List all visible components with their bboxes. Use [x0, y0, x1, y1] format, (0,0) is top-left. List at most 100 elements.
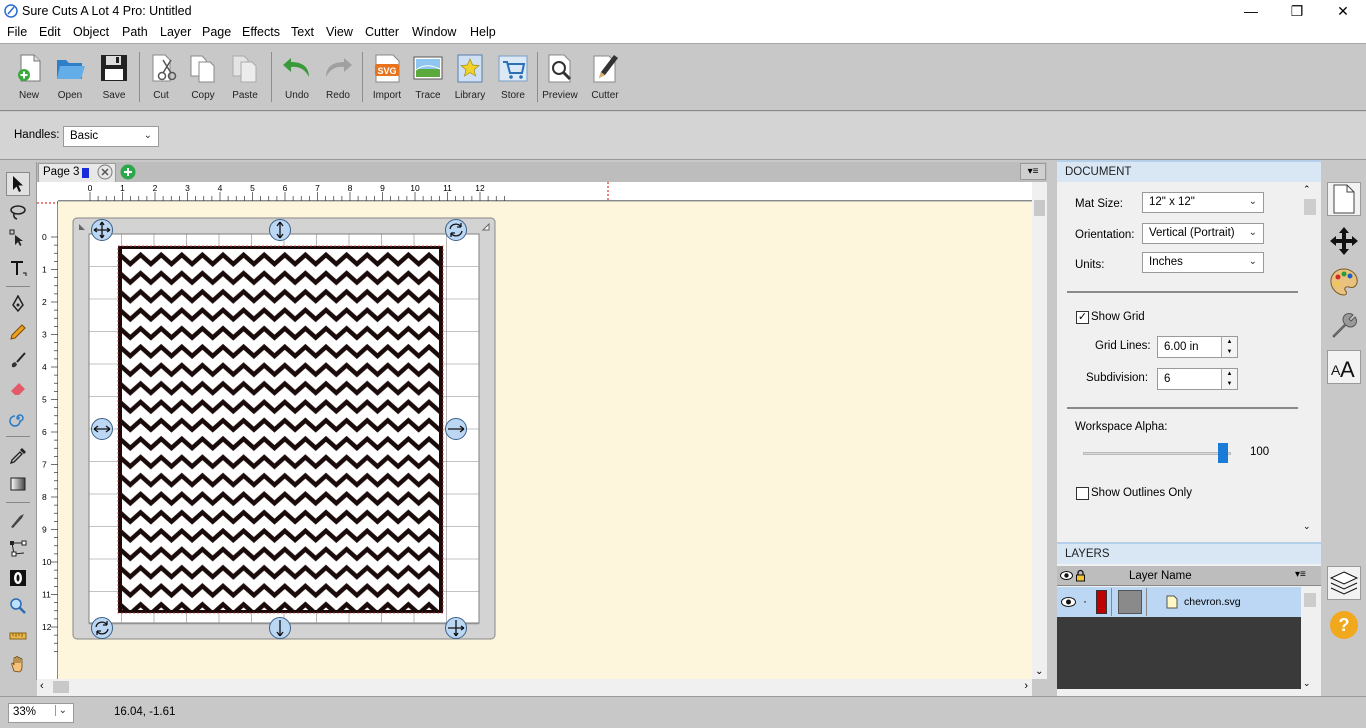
cutter-button[interactable]: Cutter: [583, 50, 627, 106]
menu-text[interactable]: Text: [291, 25, 314, 39]
minimize-button[interactable]: —: [1228, 0, 1274, 23]
layers-scrollbar[interactable]: ⌄: [1302, 587, 1318, 689]
eyedropper-tool[interactable]: [6, 444, 30, 468]
workspace-alpha-slider-thumb[interactable]: [1218, 443, 1228, 463]
zoom-select[interactable]: 33% ⌄: [8, 703, 74, 723]
import-button[interactable]: SVG Import: [365, 50, 409, 106]
path-edit-tool[interactable]: [6, 536, 30, 560]
spinner-arrows-icon[interactable]: ▲ ▼: [1221, 337, 1237, 357]
store-button[interactable]: Store: [491, 50, 535, 106]
document-panel-tab[interactable]: [1327, 182, 1361, 216]
eye-icon[interactable]: [1061, 596, 1076, 608]
menu-object[interactable]: Object: [73, 25, 109, 39]
eraser-tool[interactable]: [6, 376, 30, 400]
scroll-left-icon[interactable]: ‹: [40, 680, 44, 692]
lasso-tool[interactable]: [6, 200, 30, 224]
text-tool[interactable]: [6, 256, 30, 280]
orientation-select[interactable]: Vertical (Portrait) ⌄: [1142, 223, 1264, 244]
color-panel-tab[interactable]: [1327, 265, 1361, 299]
scrollbar-thumb[interactable]: [1304, 593, 1316, 607]
resize-vertical-handle-icon[interactable]: [268, 616, 292, 640]
add-page-icon[interactable]: [120, 164, 136, 180]
scroll-up-icon[interactable]: ⌃: [1303, 184, 1311, 195]
mat-size-select[interactable]: 12" x 12" ⌄: [1142, 192, 1264, 213]
zoom-tool[interactable]: [6, 594, 30, 618]
lock-toggle-dot[interactable]: ·: [1083, 594, 1087, 608]
menu-page[interactable]: Page: [202, 25, 231, 39]
menu-help[interactable]: Help: [470, 25, 496, 39]
node-edit-tool[interactable]: [6, 226, 30, 250]
workspace-alpha-track[interactable]: [1083, 452, 1231, 455]
layer-name[interactable]: chevron.svg: [1184, 596, 1241, 608]
document-scrollbar[interactable]: ⌃ ⌄: [1302, 184, 1318, 532]
library-button[interactable]: Library: [448, 50, 492, 106]
main-toolbar: New Open Save Cut Copy Paste Undo Redo S…: [0, 43, 1366, 111]
canvas-horizontal-scrollbar[interactable]: ‹ ›: [37, 679, 1032, 696]
rotate-handle-icon[interactable]: [444, 218, 468, 242]
trace-button[interactable]: Trace: [406, 50, 450, 106]
knife-tool[interactable]: [6, 508, 30, 532]
units-select[interactable]: Inches ⌄: [1142, 252, 1264, 273]
maximize-button[interactable]: ❐: [1274, 0, 1320, 23]
menu-edit[interactable]: Edit: [39, 25, 61, 39]
scroll-down-icon[interactable]: ⌄: [1303, 521, 1311, 532]
spiral-tool[interactable]: [6, 406, 30, 430]
close-page-icon[interactable]: [97, 164, 113, 180]
layer-color-swatch[interactable]: [1096, 590, 1107, 614]
open-button[interactable]: Open: [48, 50, 92, 106]
new-button[interactable]: New: [7, 50, 51, 106]
scale-handle-icon[interactable]: [444, 616, 468, 640]
copy-button[interactable]: Copy: [181, 50, 225, 106]
pen-tool[interactable]: [6, 292, 30, 316]
measure-tool[interactable]: [6, 624, 30, 648]
scroll-down-icon[interactable]: ⌄: [1303, 678, 1311, 689]
pencil-tool[interactable]: [6, 320, 30, 344]
handles-select[interactable]: Basic ⌄: [63, 126, 159, 147]
menu-layer[interactable]: Layer: [160, 25, 191, 39]
resize-horizontal-handle-icon[interactable]: [90, 417, 114, 441]
text-panel-tab[interactable]: AA: [1327, 350, 1361, 384]
menu-path[interactable]: Path: [122, 25, 148, 39]
scrollbar-thumb[interactable]: [53, 681, 69, 693]
save-button[interactable]: Save: [92, 50, 136, 106]
show-outlines-checkbox[interactable]: [1076, 487, 1089, 500]
subdivision-input[interactable]: 6 ▲ ▼: [1157, 368, 1238, 390]
menu-window[interactable]: Window: [412, 25, 456, 39]
canvas-vertical-scrollbar[interactable]: ⌄: [1032, 182, 1047, 679]
scrollbar-thumb[interactable]: [1034, 200, 1045, 216]
show-grid-checkbox[interactable]: ✓: [1076, 311, 1089, 324]
gradient-tool[interactable]: [6, 472, 30, 496]
grid-lines-input[interactable]: 6.00 in ▲ ▼: [1157, 336, 1238, 358]
scrollbar-thumb[interactable]: [1304, 199, 1316, 215]
spinner-arrows-icon[interactable]: ▲ ▼: [1221, 369, 1237, 389]
transform-panel-tab[interactable]: [1327, 224, 1361, 258]
brush-tool[interactable]: [6, 348, 30, 372]
close-button[interactable]: ✕: [1320, 0, 1366, 23]
cut-button[interactable]: Cut: [139, 50, 183, 106]
svg-text:?: ?: [1339, 615, 1350, 635]
menu-cutter[interactable]: Cutter: [365, 25, 399, 39]
help-panel-tab[interactable]: ?: [1327, 608, 1361, 642]
menu-file[interactable]: File: [7, 25, 27, 39]
redo-button[interactable]: Redo: [316, 50, 360, 106]
scroll-right-icon[interactable]: ›: [1024, 680, 1028, 692]
resize-vertical-handle-icon[interactable]: [268, 218, 292, 242]
move-handle-icon[interactable]: [90, 218, 114, 242]
undo-button[interactable]: Undo: [275, 50, 319, 106]
layer-row[interactable]: · chevron.svg: [1057, 587, 1301, 617]
scroll-down-icon[interactable]: ⌄: [1035, 666, 1043, 677]
layers-menu-icon[interactable]: ▾≡: [1295, 569, 1306, 580]
select-tool[interactable]: [6, 172, 30, 196]
menu-effects[interactable]: Effects: [242, 25, 280, 39]
canvas-menu-button[interactable]: ▾≡: [1020, 163, 1046, 180]
canvas-workspace[interactable]: [58, 202, 1032, 679]
preview-button[interactable]: Preview: [538, 50, 582, 106]
pan-tool[interactable]: [6, 652, 30, 676]
menu-view[interactable]: View: [326, 25, 353, 39]
weld-tool[interactable]: [6, 566, 30, 590]
resize-horizontal-handle-icon[interactable]: [444, 417, 468, 441]
layers-panel-tab[interactable]: [1327, 566, 1361, 600]
settings-panel-tab[interactable]: [1327, 308, 1361, 342]
rotate-handle-icon[interactable]: [90, 616, 114, 640]
paste-button[interactable]: Paste: [223, 50, 267, 106]
